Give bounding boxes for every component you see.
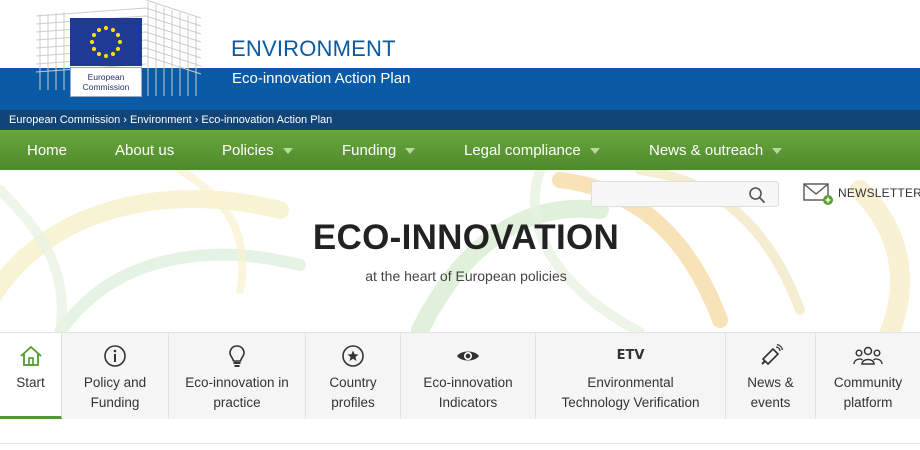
tab-eco-innovation-indicators[interactable]: Eco-innovation Indicators <box>401 333 536 419</box>
caret-down-icon <box>589 148 600 155</box>
tab-country-profiles[interactable]: Country profiles <box>306 333 401 419</box>
star-circle-icon <box>342 345 364 367</box>
tab-label: Country <box>329 375 377 390</box>
ec-logo[interactable]: European Commission <box>36 0 206 98</box>
tab-label: Policy and <box>83 375 147 390</box>
search-icon[interactable] <box>748 186 766 204</box>
etv-icon: ETV <box>616 348 645 363</box>
tab-label: Indicators <box>438 395 498 410</box>
megaphone-icon <box>760 343 783 365</box>
nav-about-us[interactable]: About us <box>115 130 174 170</box>
eu-flag <box>70 18 142 66</box>
breadcrumb-item[interactable]: Eco-innovation Action Plan <box>201 114 332 126</box>
tab-policy-and-funding[interactable]: Policy and Funding <box>62 333 169 419</box>
divider <box>0 443 920 444</box>
tab-eco-innovation-in-practice[interactable]: Eco-innovation in practice <box>169 333 306 419</box>
site-title[interactable]: ENVIRONMENT <box>231 36 396 62</box>
tab-label: platform <box>843 395 893 410</box>
section-tabs: Start Policy and Funding Eco-innovation … <box>0 332 920 419</box>
tab-environmental-technology-verification[interactable]: ETV Environmental Technology Verificatio… <box>536 333 726 419</box>
breadcrumb-item[interactable]: European Commission <box>9 114 120 126</box>
eye-icon <box>457 351 479 361</box>
nav-news-outreach[interactable]: News & outreach <box>649 130 783 170</box>
hero-subtitle: at the heart of European policies <box>365 268 567 284</box>
tab-label: Environmental <box>587 375 674 390</box>
tab-label: profiles <box>331 395 375 410</box>
chevron-right-icon: › <box>123 114 127 126</box>
newsletter-link[interactable]: NEWSLETTER <box>838 186 920 200</box>
chevron-right-icon: › <box>194 114 199 126</box>
hero-title: ECO-INNOVATION <box>312 218 620 257</box>
newsletter-envelope-icon[interactable] <box>803 182 835 206</box>
tab-label: Community <box>833 375 903 390</box>
tab-label: events <box>750 395 791 410</box>
tab-label: practice <box>213 395 261 410</box>
caret-down-icon <box>282 148 293 155</box>
nav-funding[interactable]: Funding <box>342 130 416 170</box>
breadcrumb: European Commission › Environment › Eco-inno… <box>0 110 920 130</box>
tab-start[interactable]: Start <box>0 333 62 419</box>
main-navigation: Home About us Policies Funding Legal com… <box>0 130 920 170</box>
community-icon <box>853 346 883 365</box>
tab-label: News & <box>747 375 794 390</box>
tab-label: Eco-innovation <box>423 375 513 390</box>
lightbulb-icon <box>229 345 245 367</box>
logo-caption: European Commission <box>70 67 142 97</box>
nav-policies[interactable]: Policies <box>222 130 293 170</box>
caret-down-icon <box>405 148 416 155</box>
info-icon <box>104 345 126 367</box>
breadcrumb-item[interactable]: Environment <box>130 114 192 126</box>
home-icon <box>19 346 42 366</box>
caret-down-icon <box>772 148 783 155</box>
tab-label: Technology Verification <box>561 395 700 410</box>
nav-home[interactable]: Home <box>27 130 67 170</box>
tab-news-and-events[interactable]: News & events <box>726 333 816 419</box>
tab-label: Funding <box>90 395 140 410</box>
tab-label: Eco-innovation in <box>185 375 289 390</box>
nav-legal-compliance[interactable]: Legal compliance <box>464 130 600 170</box>
site-subtitle: Eco-innovation Action Plan <box>232 70 411 87</box>
tab-label: Start <box>16 375 45 390</box>
tab-community-platform[interactable]: Community platform <box>816 333 920 419</box>
